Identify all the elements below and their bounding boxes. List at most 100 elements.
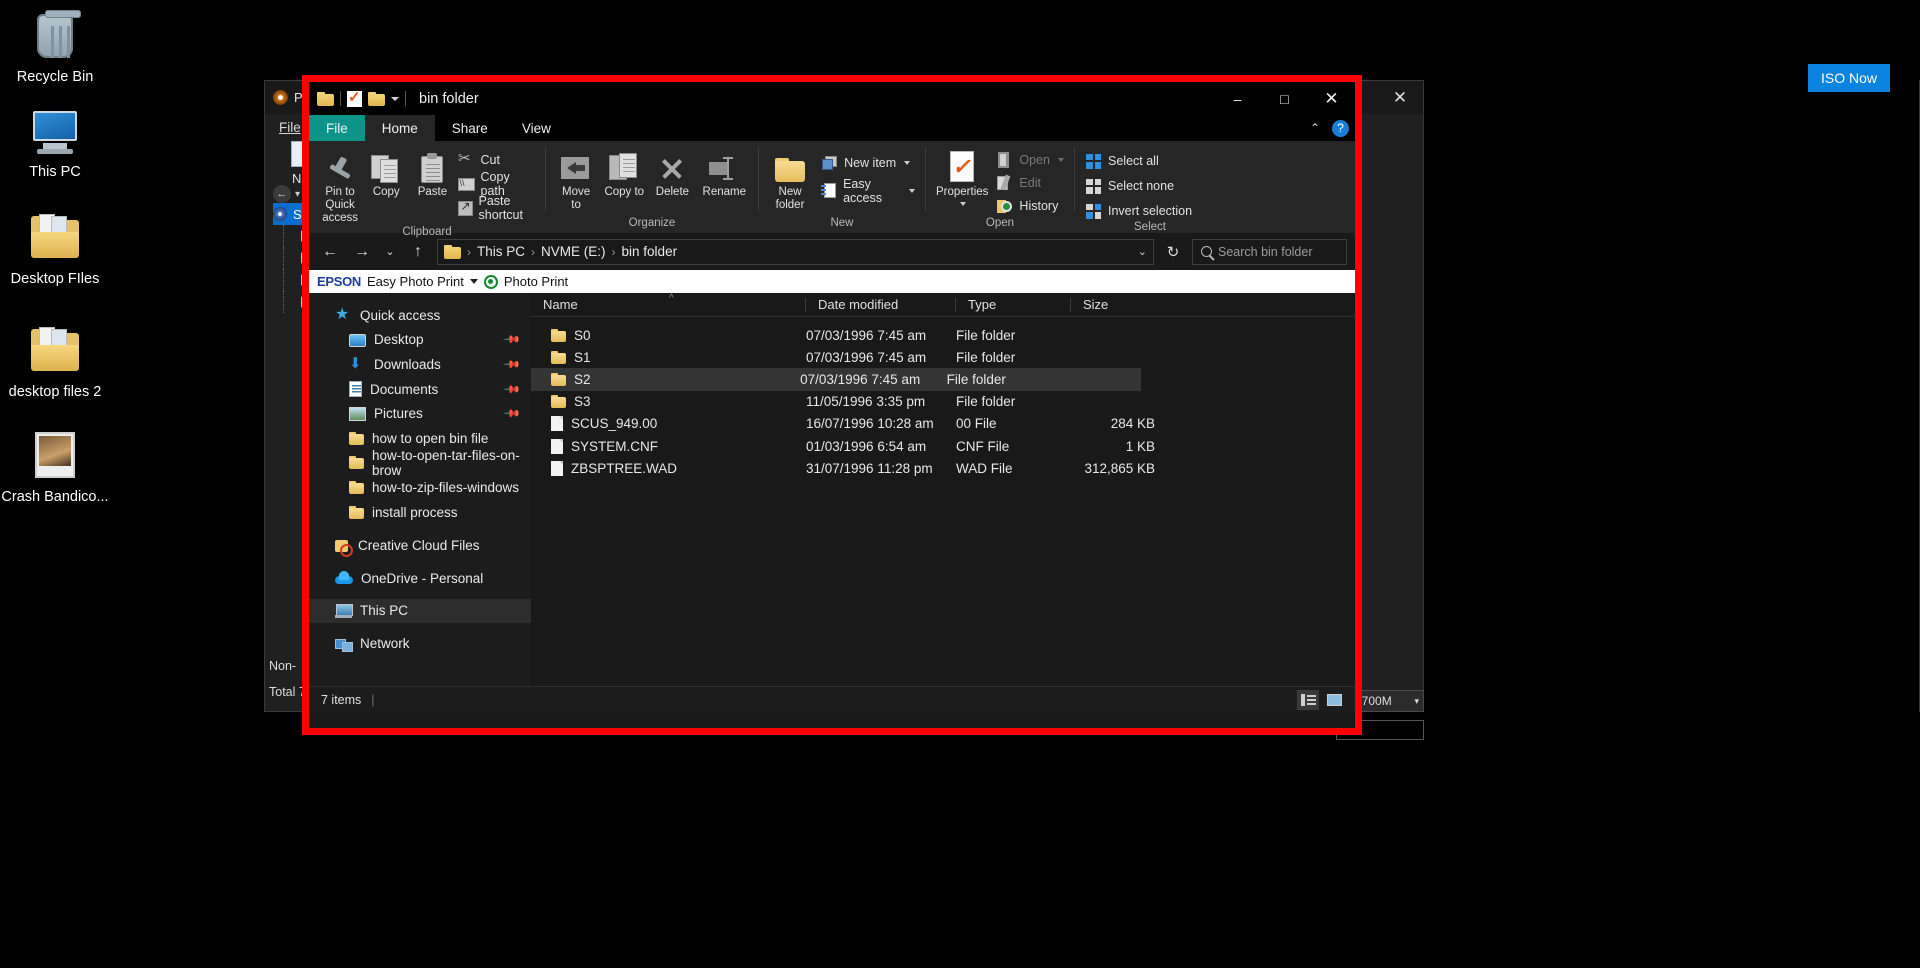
titlebar[interactable]: bin folder – □ ✕ (309, 82, 1355, 115)
table-row[interactable]: S3 11/05/1996 3:35 pm File folder (531, 391, 1355, 413)
breadcrumb-nvme[interactable]: NVME (E:) (541, 244, 606, 259)
copy-path-button[interactable]: Copy path (458, 174, 535, 194)
sidebar-item-quick-access[interactable]: ★ Quick access (309, 303, 531, 328)
epson-product-label[interactable]: Easy Photo Print (367, 274, 464, 289)
sidebar-item-downloads[interactable]: ⬇ Downloads 📌 (309, 352, 531, 377)
pin-icon[interactable]: 📌 (503, 380, 522, 399)
desktop-icon-this-pc[interactable]: This PC (0, 105, 110, 181)
epson-toolbar[interactable]: EPSON Easy Photo Print Photo Print (309, 270, 1355, 293)
chevron-down-icon[interactable]: ▾ (295, 189, 300, 200)
iso-now-button[interactable]: ISO Now (1808, 64, 1890, 92)
view-buttons[interactable] (1297, 690, 1345, 710)
paste-button[interactable]: Paste (411, 147, 453, 199)
navigation-pane[interactable]: ★ Quick access Desktop 📌 ⬇ Downloads 📌 D… (309, 293, 531, 686)
ribbon-controls[interactable]: ⌃ ? (1310, 115, 1349, 141)
table-row[interactable]: SYSTEM.CNF 01/03/1996 6:54 am CNF File 1… (531, 435, 1355, 457)
customize-caret-icon[interactable] (391, 97, 399, 101)
file-list-pane[interactable]: Name ^ Date modified Type Size S0 (531, 293, 1355, 686)
sidebar-item-desktop[interactable]: Desktop 📌 (309, 328, 531, 353)
select-all-button[interactable]: Select all (1085, 151, 1192, 171)
cut-button[interactable]: Cut (458, 150, 535, 170)
copy-to-button[interactable]: Copy to (604, 147, 644, 199)
chevron-down-icon[interactable] (470, 279, 478, 284)
close-icon[interactable]: ✕ (1377, 81, 1423, 114)
delete-button[interactable]: Delete (652, 147, 692, 199)
help-icon[interactable]: ? (1332, 120, 1349, 137)
chevron-down-icon[interactable] (909, 189, 915, 193)
copy-button[interactable]: Copy (365, 147, 407, 199)
sidebar-item-this-pc[interactable]: This PC (309, 599, 531, 624)
easy-access-button[interactable]: Easy access (821, 181, 915, 201)
desktop-icon-crash-bandicoot[interactable]: Crash Bandico... (0, 430, 110, 506)
desktop-icon-desktop-files[interactable]: Desktop FIles (0, 212, 110, 288)
column-header-size[interactable]: Size (1071, 293, 1155, 317)
breadcrumb-bin-folder[interactable]: bin folder (622, 244, 678, 259)
sidebar-item-how-to-open-tar-files[interactable]: how-to-open-tar-files-on-brow (309, 451, 531, 476)
sidebar-item-creative-cloud-files[interactable]: Creative Cloud Files (309, 533, 531, 558)
select-none-button[interactable]: Select none (1085, 176, 1192, 196)
sidebar-item-install-process[interactable]: install process (309, 500, 531, 525)
close-button[interactable]: ✕ (1308, 82, 1355, 115)
breadcrumb-this-pc[interactable]: This PC (477, 244, 525, 259)
table-row[interactable]: SCUS_949.00 16/07/1996 10:28 am 00 File … (531, 413, 1355, 435)
back-button[interactable]: ← (317, 239, 343, 265)
sidebar-item-network[interactable]: Network (309, 631, 531, 656)
sidebar-item-pictures[interactable]: Pictures 📌 (309, 401, 531, 426)
recent-locations-button[interactable]: ⌄ (381, 239, 399, 265)
folder-icon[interactable] (317, 92, 334, 106)
sidebar-item-how-to-open-bin-file[interactable]: how to open bin file (309, 426, 531, 451)
details-view-button[interactable] (1297, 690, 1319, 710)
rename-button[interactable]: Rename (701, 147, 748, 199)
column-header-type[interactable]: Type (956, 293, 1071, 317)
properties-button[interactable]: ✓ Properties (936, 147, 988, 206)
address-bar[interactable]: › This PC › NVME (E:) › bin folder ⌄ (437, 239, 1154, 265)
pin-to-quick-access-button[interactable]: Pin to Quick access (319, 147, 361, 226)
file-explorer-window[interactable]: bin folder – □ ✕ File Home Share View ⌃ … (309, 82, 1355, 728)
invert-selection-button[interactable]: Invert selection (1085, 201, 1192, 221)
new-item-button[interactable]: New item (821, 153, 915, 173)
chevron-down-icon[interactable] (960, 202, 966, 206)
tab-file[interactable]: File (309, 115, 365, 141)
search-input[interactable]: Search bin folder (1192, 239, 1347, 265)
photo-print-button[interactable]: Photo Print (504, 274, 568, 289)
back-icon[interactable]: ← (273, 185, 291, 203)
paste-shortcut-button[interactable]: Paste shortcut (458, 198, 535, 218)
table-row[interactable]: S1 07/03/1996 7:45 am File folder (531, 346, 1355, 368)
sidebar-item-how-to-zip-files-windows[interactable]: how-to-zip-files-windows (309, 475, 531, 500)
sidebar-item-onedrive-personal[interactable]: OneDrive - Personal (309, 566, 531, 591)
table-row[interactable]: S0 07/03/1996 7:45 am File folder (531, 324, 1355, 346)
large-icons-view-button[interactable] (1323, 690, 1345, 710)
open-button[interactable]: Open (996, 150, 1064, 170)
background-nav[interactable]: ← ▾ (273, 185, 300, 203)
menu-item-file[interactable]: File (279, 120, 301, 135)
chevron-down-icon[interactable] (1058, 158, 1064, 162)
collapse-ribbon-icon[interactable]: ⌃ (1310, 121, 1320, 135)
address-dropdown-icon[interactable]: ⌄ (1138, 245, 1147, 258)
up-button[interactable]: ↑ (405, 239, 431, 265)
tab-view[interactable]: View (505, 115, 568, 141)
quick-access-toolbar[interactable] (317, 91, 406, 107)
ribbon-tabs[interactable]: File Home Share View ⌃ ? (309, 115, 1355, 141)
pin-icon[interactable]: 📌 (503, 330, 522, 349)
desktop-icon-desktop-files-2[interactable]: desktop files 2 (0, 325, 110, 401)
desktop-icon-recycle-bin[interactable]: Recycle Bin (0, 10, 110, 86)
edit-button[interactable]: Edit (996, 173, 1064, 193)
maximize-button[interactable]: □ (1261, 82, 1308, 115)
tab-home[interactable]: Home (365, 115, 435, 141)
pin-icon[interactable]: 📌 (503, 404, 522, 423)
ribbon[interactable]: Pin to Quick access Copy Paste Cut (309, 141, 1355, 233)
move-to-button[interactable]: Move to (556, 147, 596, 212)
refresh-button[interactable]: ↻ (1160, 239, 1186, 265)
tab-share[interactable]: Share (435, 115, 505, 141)
minimize-button[interactable]: – (1214, 82, 1261, 115)
chevron-down-icon[interactable] (904, 161, 910, 165)
new-folder-button[interactable]: New folder (769, 147, 811, 212)
table-row[interactable]: ZBSPTREE.WAD 31/07/1996 11:28 pm WAD Fil… (531, 457, 1355, 479)
pin-icon[interactable]: 📌 (503, 355, 522, 374)
new-folder-icon[interactable] (368, 92, 385, 106)
forward-button[interactable]: → (349, 239, 375, 265)
window-controls[interactable]: – □ ✕ (1214, 82, 1355, 115)
column-headers[interactable]: Name ^ Date modified Type Size (531, 293, 1355, 317)
table-row[interactable]: S2 07/03/1996 7:45 am File folder (531, 368, 1141, 390)
column-header-date-modified[interactable]: Date modified (806, 293, 956, 317)
